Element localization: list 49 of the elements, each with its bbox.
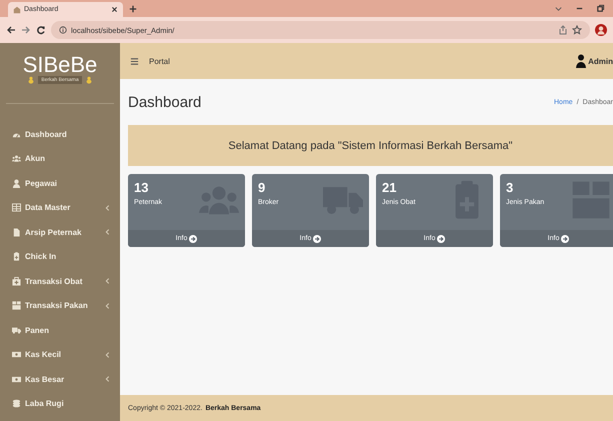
arrow-circle-icon: [313, 234, 322, 242]
sidebar-item[interactable]: Dashboard: [0, 122, 120, 146]
reload-icon[interactable]: [36, 25, 46, 35]
cash-icon: [12, 374, 21, 384]
stat-count: 3: [506, 180, 514, 195]
arrow-circle-icon: [189, 234, 198, 242]
user-icon: [12, 178, 21, 188]
sidebar-item[interactable]: Data Master: [0, 196, 120, 220]
star-icon[interactable]: [572, 25, 582, 35]
arrow-circle-icon: [561, 234, 570, 242]
restore-icon[interactable]: [596, 4, 605, 13]
sidebar-item[interactable]: Kas Kecil: [0, 342, 120, 367]
portal-link[interactable]: Portal: [149, 56, 170, 66]
sidebar-item[interactable]: Akun: [0, 146, 120, 171]
sidebar-item[interactable]: Pegawai: [0, 171, 120, 196]
stat-count: 21: [382, 180, 398, 195]
table-icon: [12, 203, 21, 212]
sidebar-item[interactable]: Laba Rugi: [0, 392, 120, 416]
back-icon[interactable]: [6, 25, 16, 35]
truck-icon: [12, 326, 21, 335]
welcome-banner: Selamat Datang pada "Sistem Informasi Berkah Bersama": [128, 125, 613, 166]
brand-logo[interactable]: SIBeBe: [22, 54, 98, 76]
sidebar-item[interactable]: Transaksi Obat: [0, 269, 120, 294]
share-icon[interactable]: [558, 25, 568, 35]
chick-icon: [27, 76, 36, 84]
user-icon: [576, 54, 586, 68]
stat-count: 9: [258, 180, 266, 195]
info-icon: [59, 26, 67, 34]
coins-icon: [12, 399, 21, 408]
sidebar-item[interactable]: Chick In: [0, 244, 120, 269]
box-icon: [12, 301, 21, 310]
profile-avatar[interactable]: [595, 24, 607, 36]
sidebar-item[interactable]: Panen: [0, 318, 120, 342]
chick-icon: [84, 76, 93, 84]
arrow-circle-icon: [437, 234, 446, 242]
sidebar-item[interactable]: Arsip Peternak: [0, 220, 120, 244]
stat-count: 13: [134, 180, 150, 195]
sidebar-item[interactable]: Kas Besar: [0, 367, 120, 392]
forward-icon[interactable]: [21, 25, 31, 35]
page-title: Dashboard: [128, 94, 202, 110]
user-menu[interactable]: Admin: [576, 54, 613, 68]
menu-icon[interactable]: [130, 56, 139, 66]
sidebar-item[interactable]: Transaksi Pakan: [0, 294, 120, 318]
cash-icon: [12, 350, 21, 360]
file-icon: [12, 228, 21, 237]
close-icon[interactable]: [111, 6, 118, 13]
medkit-icon: [12, 276, 21, 286]
users-icon: [12, 154, 21, 164]
new-tab-icon[interactable]: [129, 5, 137, 13]
